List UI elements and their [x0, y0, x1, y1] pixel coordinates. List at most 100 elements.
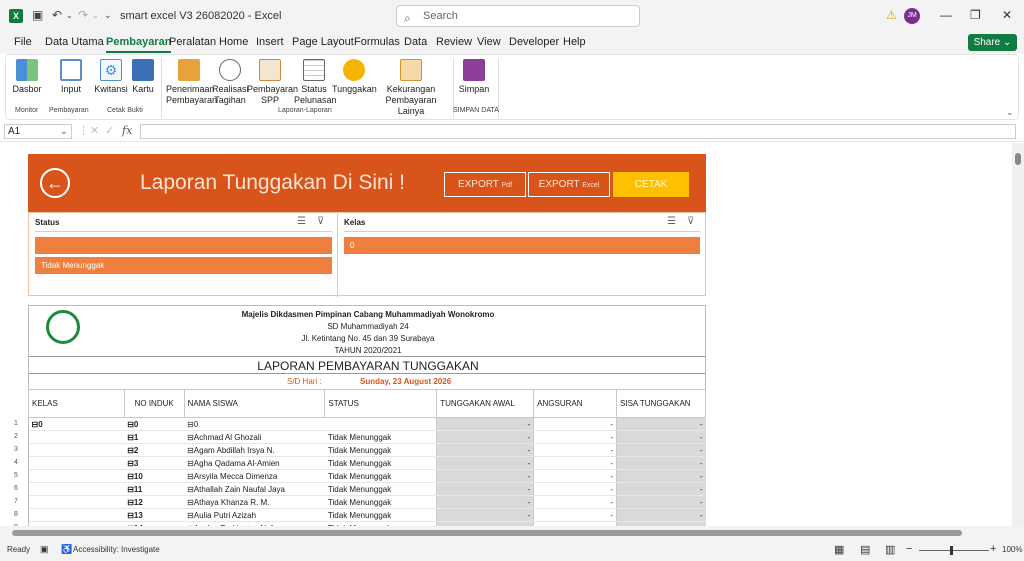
zoom-out-icon[interactable]: − [906, 543, 912, 555]
tunggakan-label: Tunggakan [332, 84, 377, 94]
save-icon[interactable]: ▣ [32, 8, 43, 22]
tab-peralatan[interactable]: Peralatan [169, 36, 216, 48]
restore-icon[interactable]: ❐ [970, 8, 981, 22]
tab-data[interactable]: Data [404, 36, 427, 48]
row-number[interactable]: 5 [14, 472, 24, 479]
tab-view[interactable]: View [477, 36, 501, 48]
dasbor-button[interactable]: Dasbor [12, 59, 42, 95]
export-excel-button[interactable]: EXPORT Excel [528, 172, 610, 197]
report-year: TAHUN 2020/2021 [334, 346, 402, 355]
vertical-scrollbar[interactable] [1012, 143, 1024, 526]
zoom-slider[interactable] [919, 550, 989, 551]
undo-icon[interactable]: ↶ [52, 8, 62, 22]
tunggakan-awal-cell: - [436, 469, 534, 483]
tab-home[interactable]: Home [219, 36, 248, 48]
scroll-thumb[interactable] [1015, 153, 1021, 165]
multi-select-icon[interactable]: ☰ [297, 216, 306, 227]
name-box[interactable]: A1 ⌄ [4, 124, 72, 139]
enter-icon[interactable]: ✓ [105, 124, 114, 137]
tab-pembayaran[interactable]: Pembayaran [106, 36, 172, 53]
tunggakan-button[interactable]: Tunggakan [332, 59, 377, 95]
divider [35, 231, 332, 232]
report-title: LAPORAN PEMBAYARAN TUNGGAKAN [257, 359, 479, 373]
scroll-thumb[interactable] [12, 530, 962, 536]
input-button[interactable]: Input [56, 59, 86, 95]
redo-dropdown-icon[interactable]: ⌄ [92, 11, 99, 20]
formula-input[interactable] [140, 124, 1016, 139]
dashboard-icon [16, 59, 38, 81]
group-label-pembayaran: Pembayaran [49, 107, 89, 114]
clear-filter-icon[interactable]: ⊽ [317, 216, 324, 227]
normal-view-icon[interactable]: ▦ [834, 543, 844, 556]
search-box[interactable]: ⌕ Search [396, 5, 640, 27]
tab-file[interactable]: File [14, 36, 32, 48]
tunggakan-awal-cell: - [436, 508, 534, 522]
tab-data-utama[interactable]: Data Utama [45, 36, 104, 48]
penerimaan-pembayaran-button[interactable]: Penerimaan Pembayaran [166, 59, 217, 106]
cancel-icon[interactable]: ✕ [90, 124, 99, 137]
share-button[interactable]: Share ⌄ [968, 34, 1017, 51]
tab-help[interactable]: Help [563, 36, 586, 48]
clear-filter-icon[interactable]: ⊽ [687, 216, 694, 227]
cetak-button[interactable]: CETAK [613, 172, 689, 197]
row-number[interactable]: 4 [14, 459, 24, 466]
customize-toolbar-icon[interactable]: ⌄ [104, 10, 112, 21]
kwitansi-label: Kwitansi [94, 84, 128, 94]
accessibility-status[interactable]: Accessibility: Investigate [73, 545, 160, 554]
status-pelunasan-button[interactable]: Status Pelunasan [294, 59, 337, 106]
close-icon[interactable]: ✕ [1002, 8, 1012, 22]
simpan-label: Simpan [458, 84, 490, 94]
page-layout-icon[interactable]: ▤ [860, 543, 870, 556]
multi-select-icon[interactable]: ☰ [667, 216, 676, 227]
warning-icon[interactable]: ⚠ [886, 8, 897, 22]
realisasi-tagihan-button[interactable]: Realisasi Tagihan [212, 59, 249, 106]
search-placeholder: Search [423, 10, 458, 22]
more-icon: ⋮ [78, 125, 89, 137]
page-break-icon[interactable]: ▥ [885, 543, 895, 556]
accessibility-icon[interactable]: ♿ [61, 544, 72, 555]
macro-record-icon[interactable]: ▣ [40, 544, 49, 555]
banner-title: Laporan Tunggakan Di Sini ! [140, 171, 406, 194]
table-row: ⊟1 ⊟Achmad Al Ghozali Tidak Menunggak - - - [28, 430, 706, 444]
row-number[interactable]: 8 [14, 511, 24, 518]
kartu-button[interactable]: Kartu [130, 59, 156, 95]
kelas-slicer-header: Kelas [344, 218, 366, 227]
tab-insert[interactable]: Insert [256, 36, 284, 48]
minimize-icon[interactable]: — [940, 8, 952, 22]
status-item-tidak-menunggak[interactable]: Tidak Menunggak [35, 257, 332, 274]
tab-review[interactable]: Review [436, 36, 472, 48]
group-label-monitor: Monitor [15, 107, 39, 114]
export-pdf-button[interactable]: EXPORT Pdf [444, 172, 526, 197]
kekurangan-pembayaran-button[interactable]: Kekurangan Pembayaran Lainya [376, 59, 446, 117]
table-row: ⊟13 ⊟Aulia Putri Azizah Tidak Menunggak - - - [28, 508, 706, 522]
simpan-button[interactable]: Simpan [457, 59, 491, 95]
angsuran-cell: - [533, 443, 617, 457]
tab-formulas[interactable]: Formulas [354, 36, 400, 48]
horizontal-scrollbar[interactable] [0, 526, 1024, 540]
zoom-level[interactable]: 100% [1002, 545, 1022, 554]
row-number[interactable]: 2 [14, 433, 24, 440]
table-row: ⊟3 ⊟Agha Qadama Al-Amien Tidak Menunggak - -… [28, 456, 706, 470]
zoom-in-icon[interactable]: + [990, 543, 996, 555]
back-arrow-icon[interactable]: ← [40, 168, 70, 198]
row-number[interactable]: 1 [14, 420, 24, 427]
row-number[interactable]: 6 [14, 485, 24, 492]
redo-icon[interactable]: ↷ [78, 8, 88, 22]
pembayaran-spp-button[interactable]: Pembayaran SPP [247, 59, 298, 106]
row-number[interactable]: 7 [14, 498, 24, 505]
tab-page-layout[interactable]: Page Layout [292, 36, 354, 48]
row-number[interactable]: 3 [14, 446, 24, 453]
zoom-slider-thumb[interactable] [950, 546, 953, 555]
avatar[interactable]: JM [904, 8, 920, 24]
input-label: Input [60, 84, 82, 94]
worksheet[interactable]: ← Laporan Tunggakan Di Sini ! EXPORT Pdf… [0, 143, 1012, 526]
kelas-item-0[interactable]: 0 [344, 237, 700, 254]
sd-label: S/D Hari : [287, 377, 322, 386]
undo-dropdown-icon[interactable]: ⌄ [66, 11, 73, 20]
status-item-blank[interactable] [35, 237, 332, 254]
tab-developer[interactable]: Developer [509, 36, 559, 48]
excel-logo-icon: X [9, 9, 23, 23]
insert-function-icon[interactable]: fx [122, 124, 132, 137]
kwitansi-button[interactable]: ⚙ Kwitansi [94, 59, 128, 95]
collapse-ribbon-icon[interactable]: ⌄ [1006, 107, 1014, 118]
